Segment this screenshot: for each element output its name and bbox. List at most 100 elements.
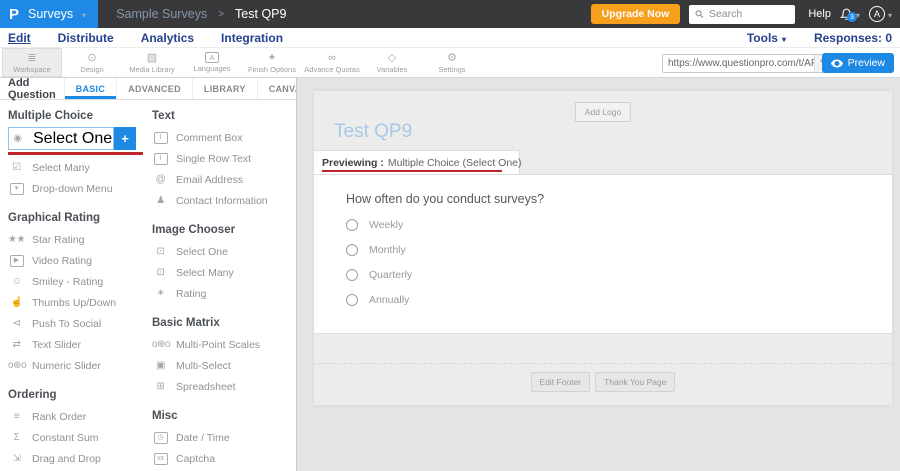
question-type-multi-select[interactable]: ▣Multi-Select bbox=[152, 355, 296, 376]
radio-icon[interactable] bbox=[346, 219, 358, 231]
radio-icon[interactable] bbox=[346, 294, 358, 306]
previewing-underline bbox=[322, 170, 502, 172]
panel-column: Text IComment BoxISingle Row Text@Email A… bbox=[152, 104, 296, 471]
search-box[interactable] bbox=[689, 5, 795, 24]
question-type-label: Text Slider bbox=[32, 339, 81, 351]
question-type-smiley-rating[interactable]: ☺Smiley - Rating bbox=[8, 271, 152, 292]
footer-buttons: Edit FooterThank You Page bbox=[314, 372, 892, 392]
toolbar-item-languages[interactable]: ALanguages bbox=[182, 48, 242, 77]
toolbar-item-settings[interactable]: ⚙Settings bbox=[422, 48, 482, 77]
question-type-multi-point-scales[interactable]: o⊕oMulti-Point Scales bbox=[152, 334, 296, 355]
survey-url[interactable]: https://www.questionpro.com/t/APNrfZ bbox=[663, 58, 814, 69]
toolbar-item-label: Finish Options bbox=[248, 65, 296, 74]
question-type-push-to-social[interactable]: ⊲Push To Social bbox=[8, 313, 152, 334]
toolbar-item-design[interactable]: ⊙Design bbox=[62, 48, 122, 77]
question-type-select-one[interactable]: ⊡Select One bbox=[152, 241, 296, 262]
answer-option-quarterly[interactable]: Quarterly bbox=[346, 269, 892, 281]
toolbar-item-finish-options[interactable]: ✦Finish Options bbox=[242, 48, 302, 77]
toolbar-item-advance-quotas[interactable]: ∞Advance Quotas bbox=[302, 48, 362, 77]
question-type-label: Spreadsheet bbox=[176, 381, 236, 393]
numeric-slider-icon: o⊕o bbox=[8, 360, 25, 372]
question-type-select-one-selected[interactable]: ◉Select One+ bbox=[8, 127, 152, 150]
question-type-video-rating[interactable]: ▶ Video Rating bbox=[8, 250, 152, 271]
responses-count[interactable]: Responses: 0 bbox=[814, 31, 892, 45]
question-type-text-slider[interactable]: ⇄Text Slider bbox=[8, 334, 152, 355]
account-menu[interactable]: A bbox=[869, 5, 892, 23]
answer-option-annually[interactable]: Annually bbox=[346, 294, 892, 306]
upgrade-now-button[interactable]: Upgrade Now bbox=[591, 4, 681, 24]
notification-count-badge: 3 bbox=[847, 12, 857, 22]
question-type-label: Multi-Select bbox=[176, 360, 231, 372]
panel-column: Multiple Choice◉Select One+☑Select Many▾… bbox=[8, 104, 152, 471]
question-type-contact-information[interactable]: ♟Contact Information bbox=[152, 190, 296, 211]
question-type-select-many[interactable]: ☑Select Many bbox=[8, 157, 152, 178]
toolbar-item-label: Languages bbox=[193, 64, 230, 73]
question-type-single-row-text[interactable]: ISingle Row Text bbox=[152, 148, 296, 169]
notifications-button[interactable]: 3 bbox=[840, 5, 860, 23]
image-select-many-icon: ⊡ bbox=[152, 267, 169, 279]
radio-icon[interactable] bbox=[346, 244, 358, 256]
question-type-label: Drop-down Menu bbox=[32, 183, 113, 195]
menu-item-analytics[interactable]: Analytics bbox=[141, 31, 194, 45]
question-type-star-rating[interactable]: ★★Star Rating bbox=[8, 229, 152, 250]
menu-items: Edit Distribute Analytics Integration bbox=[0, 31, 283, 45]
email-icon: @ bbox=[152, 174, 169, 186]
question-type-comment-box[interactable]: IComment Box bbox=[152, 127, 296, 148]
question-type-label: Comment Box bbox=[176, 132, 243, 144]
panel-header: Add Question BASICADVANCEDLIBRARYCANVAS bbox=[0, 78, 296, 100]
answer-option-monthly[interactable]: Monthly bbox=[346, 244, 892, 256]
menu-item-distribute[interactable]: Distribute bbox=[58, 31, 114, 45]
question-text[interactable]: How often do you conduct surveys? bbox=[346, 192, 892, 206]
section-heading-text: Text bbox=[152, 110, 296, 122]
question-type-drag-and-drop[interactable]: ⇲Drag and Drop bbox=[8, 448, 152, 469]
question-type-spreadsheet[interactable]: ⊞Spreadsheet bbox=[152, 376, 296, 397]
question-type-rating[interactable]: ✶Rating bbox=[152, 283, 296, 304]
question-type-numeric-slider[interactable]: o⊕oNumeric Slider bbox=[8, 355, 152, 376]
question-type-rank-order[interactable]: ≡Rank Order bbox=[8, 406, 152, 427]
toolbar-item-variables[interactable]: ◇Variables bbox=[362, 48, 422, 77]
edit-footer-button[interactable]: Edit Footer bbox=[531, 372, 591, 392]
preview-button[interactable]: Preview bbox=[822, 53, 894, 73]
tab-canvas[interactable]: CANVAS bbox=[257, 78, 297, 99]
tab-basic[interactable]: BASIC bbox=[64, 78, 117, 99]
tools-menu[interactable]: Tools bbox=[747, 31, 786, 45]
answer-option-weekly[interactable]: Weekly bbox=[346, 219, 892, 231]
question-type-email-address[interactable]: @Email Address bbox=[152, 169, 296, 190]
surveys-product-menu[interactable]: P Surveys bbox=[0, 0, 98, 28]
breadcrumb-survey-name[interactable]: Test QP9 bbox=[235, 7, 286, 21]
tab-library[interactable]: LIBRARY bbox=[192, 78, 257, 99]
question-card: How often do you conduct surveys? Weekly… bbox=[313, 174, 893, 334]
survey-title[interactable]: Test QP9 bbox=[334, 121, 412, 143]
add-logo-button[interactable]: Add Logo bbox=[575, 102, 631, 122]
menu-item-edit[interactable]: Edit bbox=[8, 31, 31, 45]
avatar[interactable]: A bbox=[869, 6, 885, 22]
question-type-select-many[interactable]: ⊡Select Many bbox=[152, 262, 296, 283]
toolbar-item-media-library[interactable]: ▧Media Library bbox=[122, 48, 182, 77]
question-type-label: Smiley - Rating bbox=[32, 276, 103, 288]
help-link[interactable]: Help bbox=[808, 8, 831, 20]
radio-icon[interactable] bbox=[346, 269, 358, 281]
constant-sum-icon: Σ bbox=[8, 432, 25, 444]
toolbar-item-workspace[interactable]: ≣Workspace bbox=[2, 48, 62, 77]
question-type-date-time[interactable]: ◷Date / Time bbox=[152, 427, 296, 448]
question-type-label: Video Rating bbox=[32, 255, 92, 267]
menu-item-integration[interactable]: Integration bbox=[221, 31, 283, 45]
page: P Surveys Sample Surveys > Test QP9 Upgr… bbox=[0, 0, 900, 471]
add-question-plus-button[interactable]: + bbox=[114, 127, 136, 150]
question-type-constant-sum[interactable]: ΣConstant Sum bbox=[8, 427, 152, 448]
eye-icon bbox=[831, 59, 843, 68]
question-type-drop-down-menu[interactable]: ▾Drop-down Menu bbox=[8, 178, 152, 199]
settings-icon: ⚙ bbox=[447, 52, 457, 64]
thank-you-page-button[interactable]: Thank You Page bbox=[595, 372, 675, 392]
search-input[interactable] bbox=[709, 8, 789, 20]
answer-option-label: Monthly bbox=[369, 244, 406, 256]
selected-question-type[interactable]: ◉Select One bbox=[8, 127, 114, 150]
tab-advanced[interactable]: ADVANCED bbox=[116, 78, 192, 99]
search-icon bbox=[695, 9, 704, 19]
toolbar-item-label: Advance Quotas bbox=[304, 65, 359, 74]
breadcrumb-folder[interactable]: Sample Surveys bbox=[116, 7, 207, 21]
video-rating-icon: ▶ bbox=[10, 255, 24, 267]
question-type-captcha[interactable]: vxCaptcha bbox=[152, 448, 296, 469]
footer-divider bbox=[314, 363, 892, 364]
question-type-thumbs-up-down[interactable]: ☝Thumbs Up/Down bbox=[8, 292, 152, 313]
